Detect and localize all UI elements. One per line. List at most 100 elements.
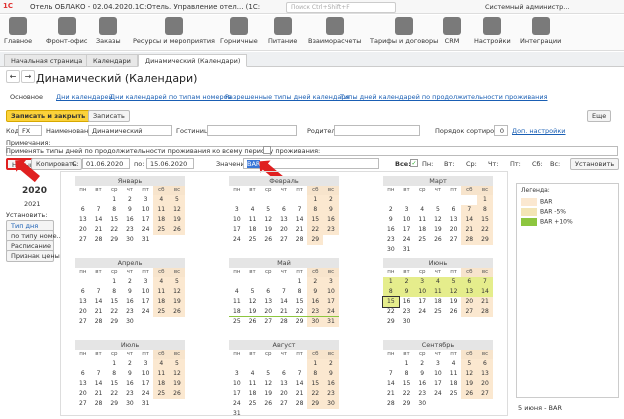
calendar-day[interactable]: 2 bbox=[122, 359, 138, 369]
tab-home[interactable]: Начальная страница bbox=[4, 54, 90, 67]
calendar-day[interactable]: 22 bbox=[383, 307, 399, 317]
tab-dynamic-calendar[interactable]: Динамический (Календари) bbox=[138, 54, 248, 67]
calendar-day[interactable]: 21 bbox=[276, 307, 292, 317]
calendar-day[interactable]: 7 bbox=[91, 287, 107, 297]
calendar-day[interactable]: 5 bbox=[169, 359, 185, 369]
nav-food[interactable]: Питание bbox=[268, 17, 297, 45]
calendar-day[interactable]: 20 bbox=[461, 297, 478, 307]
calendar-day[interactable]: 3 bbox=[229, 369, 245, 379]
calendar-day[interactable]: 8 bbox=[106, 369, 122, 379]
calendar-day[interactable]: 25 bbox=[430, 307, 446, 317]
calendar-day[interactable]: 20 bbox=[276, 389, 292, 399]
calendar-day[interactable]: 20 bbox=[446, 225, 462, 235]
calendar-day[interactable]: 3 bbox=[138, 359, 154, 369]
calendar-day[interactable]: 15 bbox=[307, 215, 324, 225]
nav-crm[interactable]: CRM bbox=[443, 17, 461, 45]
section-allowed-types[interactable]: Разрешенные типы дней календаря bbox=[225, 93, 349, 101]
price-flag-button[interactable]: Признак цены bbox=[6, 250, 60, 262]
calendar-day[interactable]: 18 bbox=[414, 225, 430, 235]
calendar-day[interactable]: 4 bbox=[153, 195, 170, 205]
calendar-day[interactable]: 28 bbox=[292, 399, 308, 409]
hotel-field[interactable] bbox=[207, 125, 297, 136]
calendar-day[interactable]: 6 bbox=[276, 369, 292, 379]
calendar-day[interactable]: 22 bbox=[106, 389, 122, 399]
calendar-day[interactable]: 27 bbox=[260, 317, 276, 327]
calendar-day[interactable]: 20 bbox=[477, 379, 493, 389]
calendar-day[interactable]: 1 bbox=[399, 359, 415, 369]
calendar-day[interactable]: 21 bbox=[461, 225, 478, 235]
calendar-day[interactable]: 14 bbox=[292, 379, 308, 389]
code-field[interactable]: FX bbox=[18, 125, 42, 136]
calendar-day[interactable]: 2 bbox=[383, 205, 399, 215]
calendar-day[interactable]: 15 bbox=[292, 297, 308, 307]
calendar-day[interactable]: 31 bbox=[138, 399, 154, 409]
calendar-day[interactable]: 10 bbox=[323, 287, 339, 297]
calendar-day[interactable]: 2 bbox=[323, 195, 339, 205]
calendar-day[interactable]: 5 bbox=[260, 369, 276, 379]
calendar-day[interactable]: 13 bbox=[75, 215, 91, 225]
calendar-day[interactable]: 31 bbox=[138, 235, 154, 245]
calendar-day[interactable]: 22 bbox=[307, 389, 324, 399]
calendar-day[interactable]: 1 bbox=[106, 195, 122, 205]
calendar-day[interactable]: 14 bbox=[276, 297, 292, 307]
calendar-day[interactable]: 12 bbox=[169, 205, 185, 215]
calendar-day[interactable]: 28 bbox=[91, 399, 107, 409]
calendar-day[interactable]: 28 bbox=[477, 307, 493, 317]
calendar-day[interactable]: 15 bbox=[477, 215, 493, 225]
nav-settings[interactable]: Настройки bbox=[474, 17, 511, 45]
calendar-day[interactable]: 26 bbox=[260, 235, 276, 245]
calendar-day[interactable]: 26 bbox=[446, 307, 462, 317]
calendar-day[interactable]: 26 bbox=[169, 389, 185, 399]
calendar-day[interactable]: 9 bbox=[383, 215, 399, 225]
section-stay-duration[interactable]: Типы дней календарей по продолжительност… bbox=[340, 93, 548, 101]
calendar-day[interactable]: 16 bbox=[323, 215, 339, 225]
calendar-day[interactable]: 6 bbox=[276, 205, 292, 215]
tab-calendars[interactable]: Календари bbox=[86, 54, 138, 67]
calendar-day[interactable]: 15 bbox=[399, 379, 415, 389]
calendar-day[interactable]: 26 bbox=[169, 225, 185, 235]
calendar-day[interactable]: 27 bbox=[75, 317, 91, 327]
all-checkbox[interactable]: ✓ bbox=[410, 159, 418, 167]
calendar-day[interactable]: 12 bbox=[430, 215, 446, 225]
calendar-day[interactable]: 23 bbox=[383, 235, 399, 245]
calendar-day[interactable]: 6 bbox=[461, 277, 478, 287]
calendar-day[interactable]: 24 bbox=[138, 389, 154, 399]
calendar-day[interactable]: 13 bbox=[260, 297, 276, 307]
calendar-day[interactable]: 11 bbox=[414, 215, 430, 225]
calendar-day[interactable]: 4 bbox=[245, 369, 261, 379]
calendar-day[interactable]: 12 bbox=[260, 379, 276, 389]
calendar-day[interactable]: 28 bbox=[91, 235, 107, 245]
calendar-day[interactable]: 1 bbox=[292, 277, 308, 287]
calendar-day[interactable]: 30 bbox=[414, 399, 430, 409]
calendar-day[interactable]: 19 bbox=[461, 379, 478, 389]
calendar-day[interactable]: 14 bbox=[292, 215, 308, 225]
calendar-day[interactable]: 25 bbox=[153, 389, 170, 399]
calendar-day[interactable]: 28 bbox=[292, 235, 308, 245]
calendar-day[interactable]: 2 bbox=[414, 359, 430, 369]
calendar-day[interactable]: 1 bbox=[307, 359, 324, 369]
calendar-day[interactable]: 24 bbox=[399, 235, 415, 245]
more-button[interactable]: Еще bbox=[587, 110, 612, 122]
calendar-day[interactable]: 18 bbox=[430, 297, 446, 307]
calendar-day[interactable]: 16 bbox=[122, 297, 138, 307]
calendar-day[interactable]: 2 bbox=[122, 195, 138, 205]
name-field[interactable]: Динамический bbox=[88, 125, 172, 136]
calendar-day[interactable]: 30 bbox=[383, 245, 399, 255]
calendar-day[interactable]: 10 bbox=[414, 287, 431, 297]
calendar-day[interactable]: 2 bbox=[307, 277, 324, 287]
calendar-day[interactable]: 21 bbox=[91, 225, 107, 235]
calendar-day[interactable]: 11 bbox=[446, 369, 462, 379]
calendar-day[interactable]: 13 bbox=[276, 215, 292, 225]
calendar-day[interactable]: 10 bbox=[138, 287, 154, 297]
calendar-day[interactable]: 15 bbox=[106, 215, 122, 225]
calendar-day[interactable]: 9 bbox=[398, 287, 415, 297]
calendar-day[interactable]: 8 bbox=[477, 205, 493, 215]
calendar-day[interactable]: 30 bbox=[323, 399, 339, 409]
calendar-day[interactable]: 4 bbox=[153, 359, 170, 369]
calendar-day[interactable]: 22 bbox=[307, 225, 324, 235]
calendar-day[interactable]: 12 bbox=[461, 369, 478, 379]
search-input[interactable]: Поиск Ctrl+Shift+F bbox=[286, 2, 396, 13]
calendar-day[interactable]: 7 bbox=[91, 369, 107, 379]
calendar-day[interactable]: 3 bbox=[229, 205, 245, 215]
nav-tariffs[interactable]: Тарифы и договоры bbox=[370, 17, 438, 45]
